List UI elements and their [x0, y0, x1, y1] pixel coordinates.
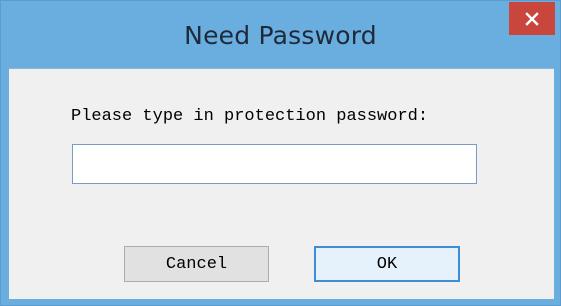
dialog-body: Please type in protection password: Canc… — [9, 68, 554, 299]
close-button[interactable] — [509, 2, 555, 35]
close-icon — [525, 11, 539, 26]
password-prompt-label: Please type in protection password: — [71, 107, 429, 126]
window-title: Need Password — [184, 21, 377, 50]
cancel-button[interactable]: Cancel — [124, 246, 269, 282]
title-bar[interactable]: Need Password — [1, 1, 560, 68]
password-dialog-window: Need Password Please type in protection … — [0, 0, 561, 306]
password-input[interactable] — [72, 144, 477, 184]
ok-button[interactable]: OK — [314, 246, 460, 282]
